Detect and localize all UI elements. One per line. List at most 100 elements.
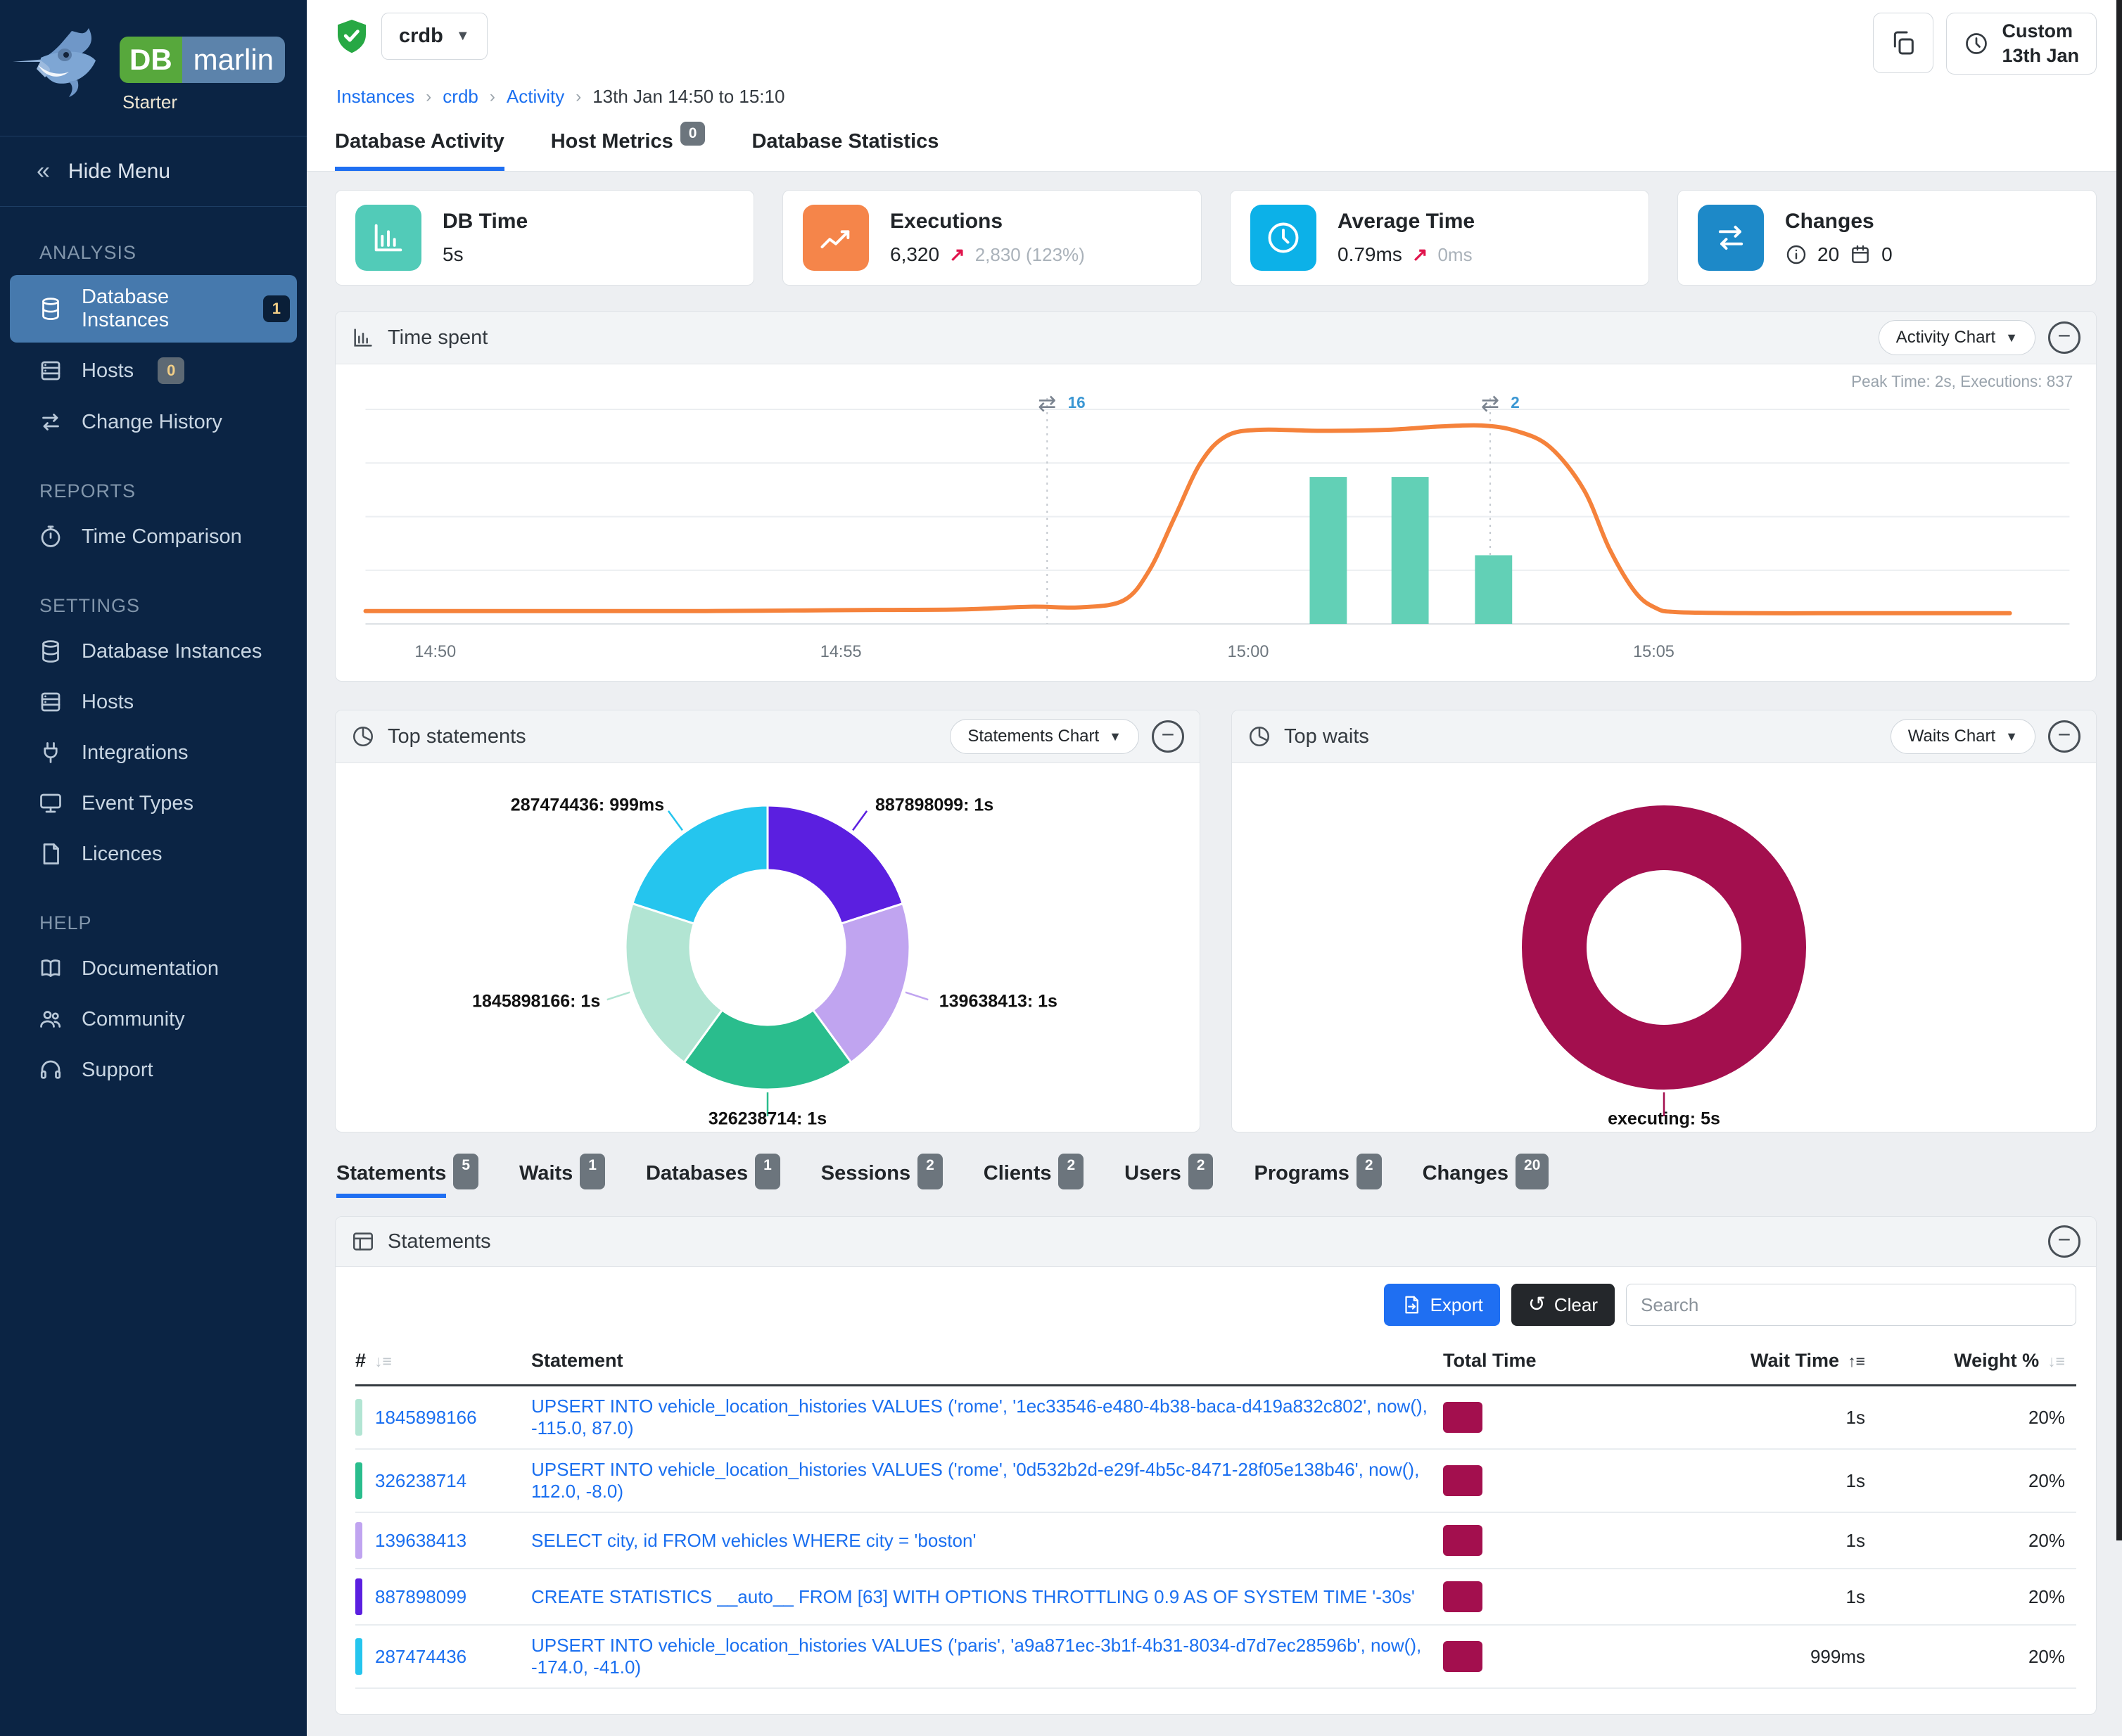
- breadcrumb-separator: ›: [426, 87, 431, 107]
- copy-icon: [1889, 29, 1917, 57]
- barchart-icon: [370, 219, 407, 256]
- kpi-delta: 0ms: [1437, 244, 1472, 266]
- sort-up-icon[interactable]: ↑≡: [1848, 1352, 1865, 1370]
- instance-name: crdb: [399, 25, 443, 48]
- col-statement: Statement: [531, 1339, 1443, 1386]
- sort-down-icon[interactable]: ↓≡: [374, 1352, 392, 1370]
- statements-toolbar: Export ↺ Clear: [336, 1267, 2096, 1337]
- time-range-button[interactable]: Custom 13th Jan: [1946, 13, 2097, 75]
- tab-changes[interactable]: Changes20: [1423, 1162, 1549, 1198]
- donut-chart: [1485, 768, 1843, 1127]
- table-row: 287474436 UPSERT INTO vehicle_location_hi…: [355, 1625, 2076, 1688]
- statement-id-link[interactable]: 139638413: [375, 1530, 466, 1552]
- sidebar-item-label: Integrations: [82, 741, 189, 765]
- kpi-row: DB Time5sExecutions6,320↗2,830 (123%)Ave…: [335, 190, 2097, 286]
- statement-id-link[interactable]: 287474436: [375, 1646, 466, 1668]
- sidebar-item-label: Licences: [82, 843, 162, 866]
- svg-text:2: 2: [1511, 393, 1520, 411]
- sidebar-item-hosts[interactable]: Hosts: [10, 679, 297, 725]
- tab-users[interactable]: Users2: [1124, 1162, 1213, 1198]
- kpi-events-count: 0: [1881, 243, 1893, 266]
- sort-down-icon[interactable]: ↓≡: [2047, 1352, 2065, 1370]
- statement-id-link[interactable]: 1845898166: [375, 1407, 477, 1429]
- statement-color-chip: [355, 1638, 362, 1675]
- sidebar-item-event-types[interactable]: Event Types: [10, 780, 297, 826]
- breadcrumb-link[interactable]: crdb: [443, 86, 478, 108]
- trend-up-arrow-icon: ↗: [949, 244, 965, 266]
- top-waits-title: Top waits: [1284, 725, 1369, 748]
- server-icon: [38, 689, 63, 715]
- clock-icon: [1964, 31, 1989, 56]
- tab-statements[interactable]: Statements5: [336, 1162, 478, 1198]
- statement-sql-link[interactable]: UPSERT INTO vehicle_location_histories V…: [531, 1459, 1419, 1502]
- statement-color-chip: [355, 1399, 362, 1436]
- hide-menu-button[interactable]: « Hide Menu: [0, 136, 307, 207]
- kpi-average-time: Average Time0.79ms↗0ms: [1230, 190, 1649, 286]
- instance-selector[interactable]: crdb ▼: [381, 13, 488, 60]
- tab-sessions[interactable]: Sessions2: [821, 1162, 943, 1198]
- statement-sql-link[interactable]: UPSERT INTO vehicle_location_histories V…: [531, 1396, 1428, 1438]
- collapse-top-waits-button[interactable]: −: [2048, 720, 2080, 753]
- statements-table: #↓≡StatementTotal TimeWait Time↑≡Weight …: [355, 1339, 2076, 1689]
- time-spent-panel: Time spent Activity Chart ▼ − Peak Time:…: [335, 311, 2097, 682]
- tab-badge: 0: [680, 122, 706, 146]
- kpi-title: Executions: [890, 210, 1085, 234]
- tab-label: Users: [1124, 1162, 1181, 1198]
- top-statements-donut: 887898099: 1s139638413: 1s326238714: 1s1…: [336, 763, 1200, 1132]
- breadcrumb-link[interactable]: Activity: [507, 86, 564, 108]
- sidebar-item-hosts[interactable]: Hosts0: [10, 347, 297, 395]
- statement-id-link[interactable]: 887898099: [375, 1586, 466, 1608]
- sidebar-item-documentation[interactable]: Documentation: [10, 945, 297, 992]
- table-row: 139638413SELECT city, id FROM vehicles W…: [355, 1512, 2076, 1569]
- sidebar-item-community[interactable]: Community: [10, 996, 297, 1042]
- headset-icon: [38, 1057, 63, 1083]
- tab-waits[interactable]: Waits1: [519, 1162, 605, 1198]
- sidebar-item-database-instances[interactable]: Database Instances1: [10, 275, 297, 343]
- waits-chart-select[interactable]: Waits Chart ▼: [1891, 719, 2035, 754]
- tab-clients[interactable]: Clients2: [984, 1162, 1084, 1198]
- statement-sql-link[interactable]: UPSERT INTO vehicle_location_histories V…: [531, 1635, 1421, 1678]
- app-logo[interactable]: DB marlin Starter: [0, 0, 307, 119]
- clear-button[interactable]: ↺ Clear: [1511, 1284, 1615, 1326]
- time-range-date: 13th Jan: [2002, 44, 2079, 68]
- weight-value: 20%: [1914, 1569, 2076, 1625]
- sidebar-item-label: Documentation: [82, 957, 219, 981]
- collapse-statements-button[interactable]: −: [2048, 1225, 2080, 1258]
- activity-chart-select[interactable]: Activity Chart ▼: [1879, 320, 2035, 355]
- sidebar-item-integrations[interactable]: Integrations: [10, 729, 297, 776]
- sidebar-item-support[interactable]: Support: [10, 1047, 297, 1093]
- statement-sql-link[interactable]: CREATE STATISTICS __auto__ FROM [63] WIT…: [531, 1586, 1415, 1607]
- sidebar-item-change-history[interactable]: Change History: [10, 399, 297, 445]
- search-input[interactable]: [1626, 1284, 2076, 1326]
- tab-label: Database Statistics: [751, 130, 939, 153]
- tab-database-activity[interactable]: Database Activity: [335, 130, 504, 171]
- sidebar-item-badge: 0: [158, 357, 184, 384]
- tab-databases[interactable]: Databases1: [646, 1162, 780, 1198]
- pie-chart-icon: [351, 725, 375, 748]
- breadcrumb-link[interactable]: Instances: [336, 86, 414, 108]
- copy-link-button[interactable]: [1873, 13, 1933, 73]
- tab-host-metrics[interactable]: Host Metrics0: [551, 130, 706, 171]
- kpi-title: Average Time: [1338, 210, 1475, 234]
- page-scrollbar[interactable]: [2116, 0, 2122, 1540]
- collapse-time-spent-button[interactable]: −: [2048, 321, 2080, 354]
- people-icon: [38, 1007, 63, 1032]
- tab-programs[interactable]: Programs2: [1254, 1162, 1381, 1198]
- kpi-db-time: DB Time5s: [335, 190, 754, 286]
- swap-icon: [38, 409, 63, 435]
- statements-chart-select[interactable]: Statements Chart ▼: [950, 719, 1139, 754]
- tab-label: Changes: [1423, 1162, 1508, 1198]
- statement-id-link[interactable]: 326238714: [375, 1470, 466, 1492]
- statement-color-chip: [355, 1578, 362, 1615]
- tab-label: Host Metrics: [551, 130, 673, 153]
- tab-database-statistics[interactable]: Database Statistics: [751, 130, 939, 171]
- collapse-top-statements-button[interactable]: −: [1152, 720, 1184, 753]
- total-time-bar: [1443, 1641, 1482, 1672]
- sidebar-item-time-comparison[interactable]: Time Comparison: [10, 513, 297, 560]
- sidebar-item-label: Change History: [82, 411, 222, 434]
- export-button[interactable]: Export: [1384, 1284, 1500, 1326]
- sidebar-item-licences[interactable]: Licences: [10, 831, 297, 877]
- tab-label: Statements: [336, 1162, 446, 1198]
- top-waits-donut: executing: 5s: [1232, 763, 2096, 1132]
- sidebar-item-database-instances[interactable]: Database Instances: [10, 628, 297, 675]
